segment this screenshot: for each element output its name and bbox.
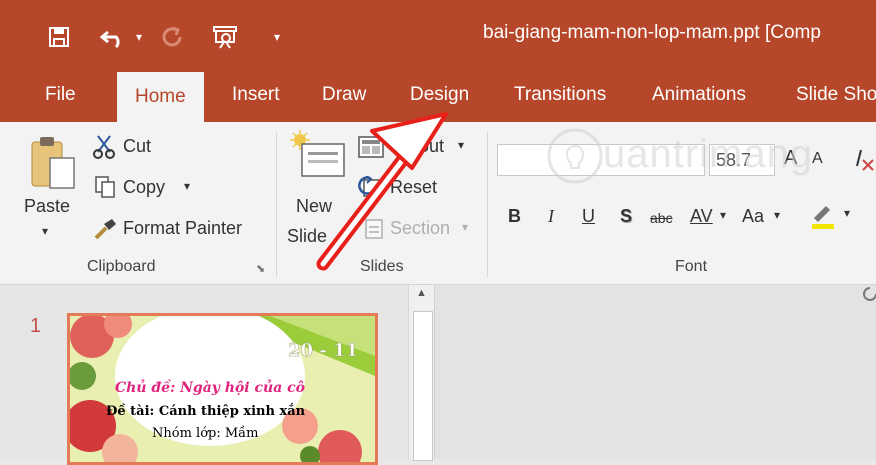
thumbnail-scrollbar[interactable]: ▲	[408, 285, 435, 461]
loading-indicator-icon	[863, 287, 876, 301]
new-slide-icon	[290, 130, 345, 177]
window-title: bai-giang-mam-non-lop-mam.ppt [Comp	[483, 22, 821, 43]
tab-slide-show[interactable]: Slide Sho	[796, 84, 876, 106]
reset-icon	[358, 176, 383, 197]
tab-home[interactable]: Home	[117, 72, 204, 122]
undo-button[interactable]	[100, 22, 130, 52]
new-slide-button[interactable]: New Slide	[284, 128, 354, 252]
clipboard-launcher-icon[interactable]: ⬊	[256, 262, 265, 275]
paste-icon	[31, 137, 75, 189]
new-slide-label-1: New	[296, 196, 333, 216]
tab-insert[interactable]: Insert	[232, 84, 280, 106]
slide-subtitle: Đề tài: Cánh thiệp xinh xắn	[106, 404, 306, 419]
slideshow-icon	[213, 26, 237, 49]
copy-label: Copy	[123, 177, 166, 197]
watermark: uantrimang	[545, 124, 865, 194]
undo-icon	[100, 30, 120, 48]
tab-file[interactable]: File	[45, 84, 76, 106]
ribbon-tabs: File Home Insert Draw Design Transitions…	[0, 72, 876, 122]
slide-number: 1	[30, 315, 42, 337]
copy-dropdown-chevron-icon[interactable]: ▾	[184, 179, 190, 193]
reset-label: Reset	[390, 177, 438, 197]
group-separator	[276, 132, 277, 277]
undo-dropdown-chevron-icon[interactable]: ▾	[136, 22, 142, 52]
strikethrough-button[interactable]: abc	[650, 210, 673, 226]
redo-icon	[162, 26, 182, 47]
customize-qat-button[interactable]: ▾	[274, 22, 280, 52]
watermark-text: uantrimang	[603, 132, 814, 176]
copy-icon	[95, 176, 115, 198]
format-painter-label: Format Painter	[123, 218, 243, 238]
title-bar: ▾ ▾ bai-giang-mam-non-lop-mam.ppt [Comp	[0, 0, 876, 72]
new-slide-label-2: Slide	[287, 226, 328, 246]
character-spacing-button[interactable]: AV ▾	[690, 206, 734, 232]
highlight-color-button[interactable]: ▾	[808, 202, 868, 232]
slide-title: Chủ đề: Ngày hội của cô	[115, 380, 305, 396]
tab-animations[interactable]: Animations	[652, 84, 746, 106]
highlighter-icon	[812, 206, 834, 229]
format-painter-icon	[94, 219, 116, 240]
slide-thumbnail[interactable]: 20 - 11 Chủ đề: Ngày hội của cô Đề tài: …	[67, 313, 378, 465]
layout-label: Layout	[390, 136, 445, 156]
scroll-up-icon[interactable]: ▲	[416, 287, 427, 299]
scrollbar-thumb[interactable]	[413, 311, 433, 461]
italic-button[interactable]: I	[548, 206, 554, 227]
change-case-button[interactable]: Aa ▾	[742, 206, 790, 232]
lightbulb-logo-icon	[547, 128, 603, 184]
paste-label: Paste	[24, 196, 71, 216]
slide-editing-area[interactable]	[434, 285, 876, 459]
cut-label: Cut	[123, 136, 152, 156]
redo-button[interactable]	[160, 22, 184, 52]
save-icon	[49, 27, 69, 47]
clipboard-group-label: Clipboard	[87, 258, 156, 275]
group-separator	[487, 132, 488, 277]
tab-transitions[interactable]: Transitions	[514, 84, 606, 106]
layout-dropdown-chevron-icon[interactable]: ▾	[458, 138, 464, 152]
section-label: Section	[390, 218, 451, 238]
paste-button[interactable]: Paste ▾	[20, 132, 80, 252]
case-dropdown-chevron-icon: ▾	[774, 208, 781, 222]
character-spacing-label: AV	[690, 206, 713, 226]
text-shadow-button[interactable]: S	[620, 206, 632, 227]
highlight-dropdown-chevron-icon: ▾	[844, 206, 851, 220]
slide-class: Nhóm lớp: Mầm	[152, 426, 259, 441]
tab-draw[interactable]: Draw	[322, 84, 366, 106]
save-button[interactable]	[48, 22, 70, 52]
change-case-label: Aa	[742, 206, 765, 226]
layout-icon	[358, 136, 384, 158]
scissors-icon	[93, 135, 115, 159]
section-dropdown-chevron-icon[interactable]: ▾	[462, 220, 468, 234]
bold-button[interactable]: B	[508, 206, 521, 227]
spacing-dropdown-chevron-icon: ▾	[720, 208, 727, 222]
underline-button[interactable]: U	[582, 206, 595, 227]
tab-design[interactable]: Design	[410, 84, 469, 106]
slide-date: 20 - 11	[288, 340, 359, 362]
font-group-label: Font	[675, 258, 708, 275]
paste-dropdown-chevron-icon[interactable]: ▾	[42, 224, 48, 238]
present-from-start-button[interactable]	[212, 22, 238, 52]
section-icon	[365, 219, 383, 239]
slides-group-label: Slides	[360, 258, 404, 275]
